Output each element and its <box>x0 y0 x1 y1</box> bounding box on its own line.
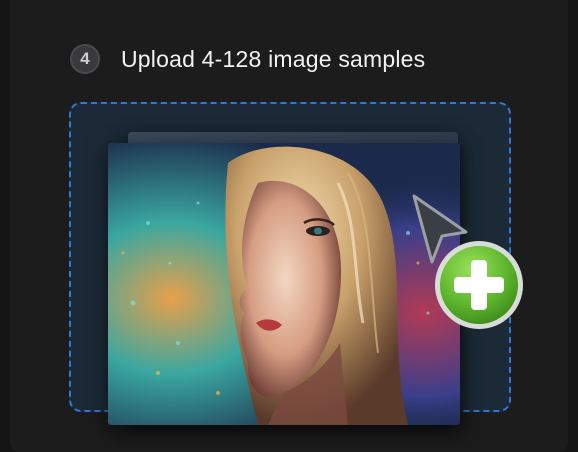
step-header: 4 Upload 4-128 image samples <box>70 44 425 74</box>
plus-circle-icon[interactable] <box>432 238 526 337</box>
step-number-badge: 4 <box>70 44 100 74</box>
sample-image-portrait <box>108 143 460 425</box>
step-title: Upload 4-128 image samples <box>121 45 426 72</box>
